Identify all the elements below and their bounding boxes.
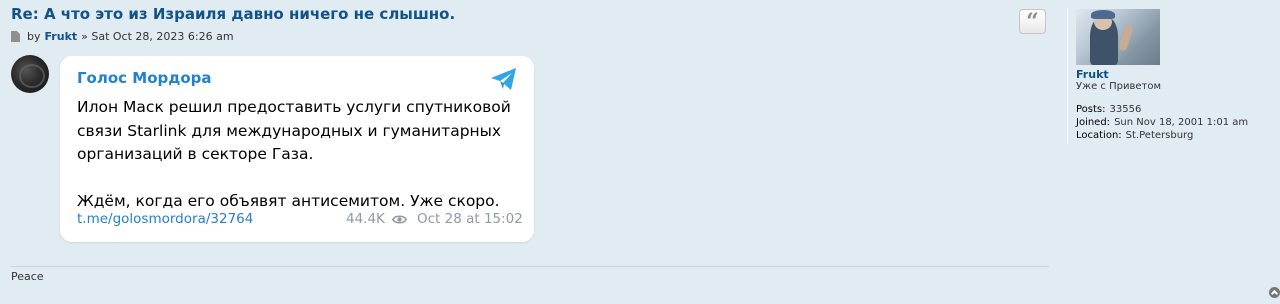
- quote-icon: “: [1026, 8, 1039, 35]
- telegram-channel-avatar[interactable]: [11, 55, 49, 93]
- back-to-top-icon[interactable]: [1269, 287, 1280, 298]
- telegram-paragraph-1: Илон Маск решил предоставить услуги спут…: [77, 98, 511, 163]
- post-signature: Peace: [11, 270, 44, 283]
- post-title[interactable]: Re: А что это из Израиля давно ничего не…: [11, 5, 455, 23]
- posts-count-link[interactable]: 33556: [1110, 104, 1142, 115]
- post-meta: by Frukt » Sat Oct 28, 2023 6:26 am: [11, 30, 234, 43]
- telegram-logo-icon[interactable]: [490, 67, 518, 91]
- telegram-post-link[interactable]: t.me/golosmordora/32764: [77, 211, 253, 227]
- posts-label: Posts:: [1076, 104, 1106, 115]
- profile-separator: [1067, 8, 1068, 144]
- location-value: St.Petersburg: [1125, 130, 1194, 141]
- eye-icon: [391, 215, 407, 223]
- telegram-views: 44.4K: [346, 211, 413, 227]
- avatar-hat: [1091, 10, 1115, 19]
- profile-posts: Posts: 33556: [1076, 104, 1141, 115]
- telegram-paragraph-2: Ждём, когда его объявят антисемитом. Уже…: [77, 192, 500, 210]
- post-author-link[interactable]: Frukt: [45, 30, 78, 43]
- telegram-message-text: Илон Маск решил предоставить услуги спут…: [77, 96, 517, 214]
- user-avatar[interactable]: [1076, 9, 1160, 65]
- post-container: Re: А что это из Израиля давно ничего не…: [0, 0, 1280, 304]
- avatar-arm: [1118, 24, 1134, 52]
- profile-joined: Joined: Sun Nov 18, 2001 1:01 am: [1076, 117, 1248, 128]
- profile-rank: Уже с Приветом: [1076, 81, 1162, 92]
- meta-by: by: [27, 30, 41, 43]
- telegram-post-date[interactable]: Oct 28 at 15:02: [417, 211, 523, 227]
- joined-label: Joined:: [1076, 117, 1111, 128]
- signature-divider: [11, 266, 1049, 267]
- joined-value: Sun Nov 18, 2001 1:01 am: [1114, 117, 1249, 128]
- profile-username-link[interactable]: Frukt: [1076, 68, 1109, 81]
- profile-location: Location: St.Petersburg: [1076, 130, 1193, 141]
- location-label: Location:: [1076, 130, 1122, 141]
- post-icon[interactable]: [11, 31, 20, 42]
- quote-button[interactable]: “: [1019, 9, 1046, 34]
- telegram-views-count: 44.4K: [346, 211, 385, 227]
- telegram-channel-name[interactable]: Голос Мордора: [77, 69, 212, 87]
- post-date: » Sat Oct 28, 2023 6:26 am: [81, 30, 234, 43]
- telegram-embed-card: Голос Мордора Илон Маск решил предостави…: [60, 56, 534, 242]
